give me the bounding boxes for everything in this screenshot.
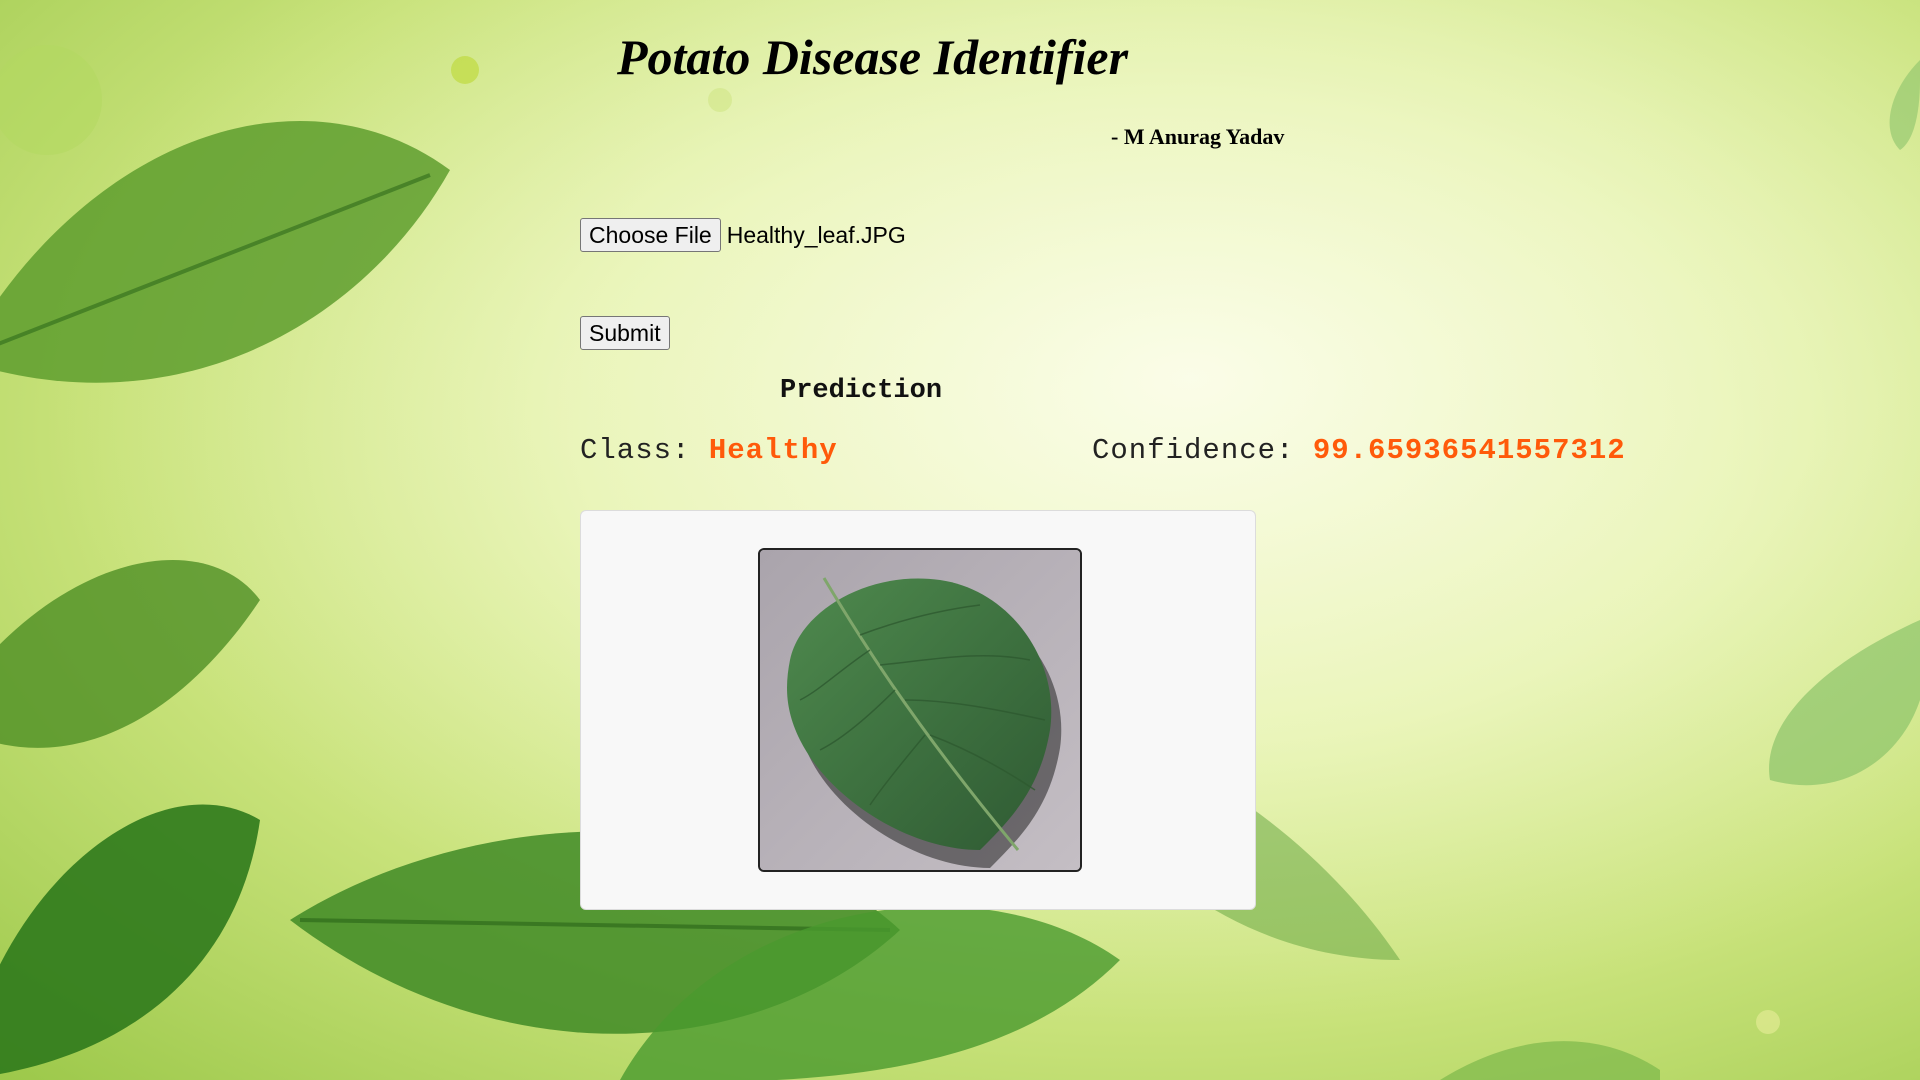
confidence-value: 99.65936541557312 xyxy=(1312,434,1626,467)
class-value: Healthy xyxy=(708,434,838,467)
submit-button[interactable]: Submit xyxy=(580,316,670,350)
file-upload-control: Choose File Healthy_leaf.JPG xyxy=(580,218,906,252)
image-preview-card xyxy=(580,510,1256,910)
page-title: Potato Disease Identifier xyxy=(617,29,1129,85)
choose-file-button[interactable]: Choose File xyxy=(580,218,721,252)
confidence-result: Confidence: 99.65936541557312 xyxy=(1092,434,1626,467)
uploaded-leaf-image xyxy=(758,548,1082,872)
potato-leaf-image xyxy=(760,550,1080,870)
class-result: Class: Healthy xyxy=(580,434,838,467)
confidence-label: Confidence: xyxy=(1092,434,1295,467)
selected-file-name: Healthy_leaf.JPG xyxy=(726,221,906,248)
class-label: Class: xyxy=(580,434,691,467)
prediction-heading: Prediction xyxy=(780,376,943,406)
author-credit: - M Anurag Yadav xyxy=(1111,124,1285,149)
